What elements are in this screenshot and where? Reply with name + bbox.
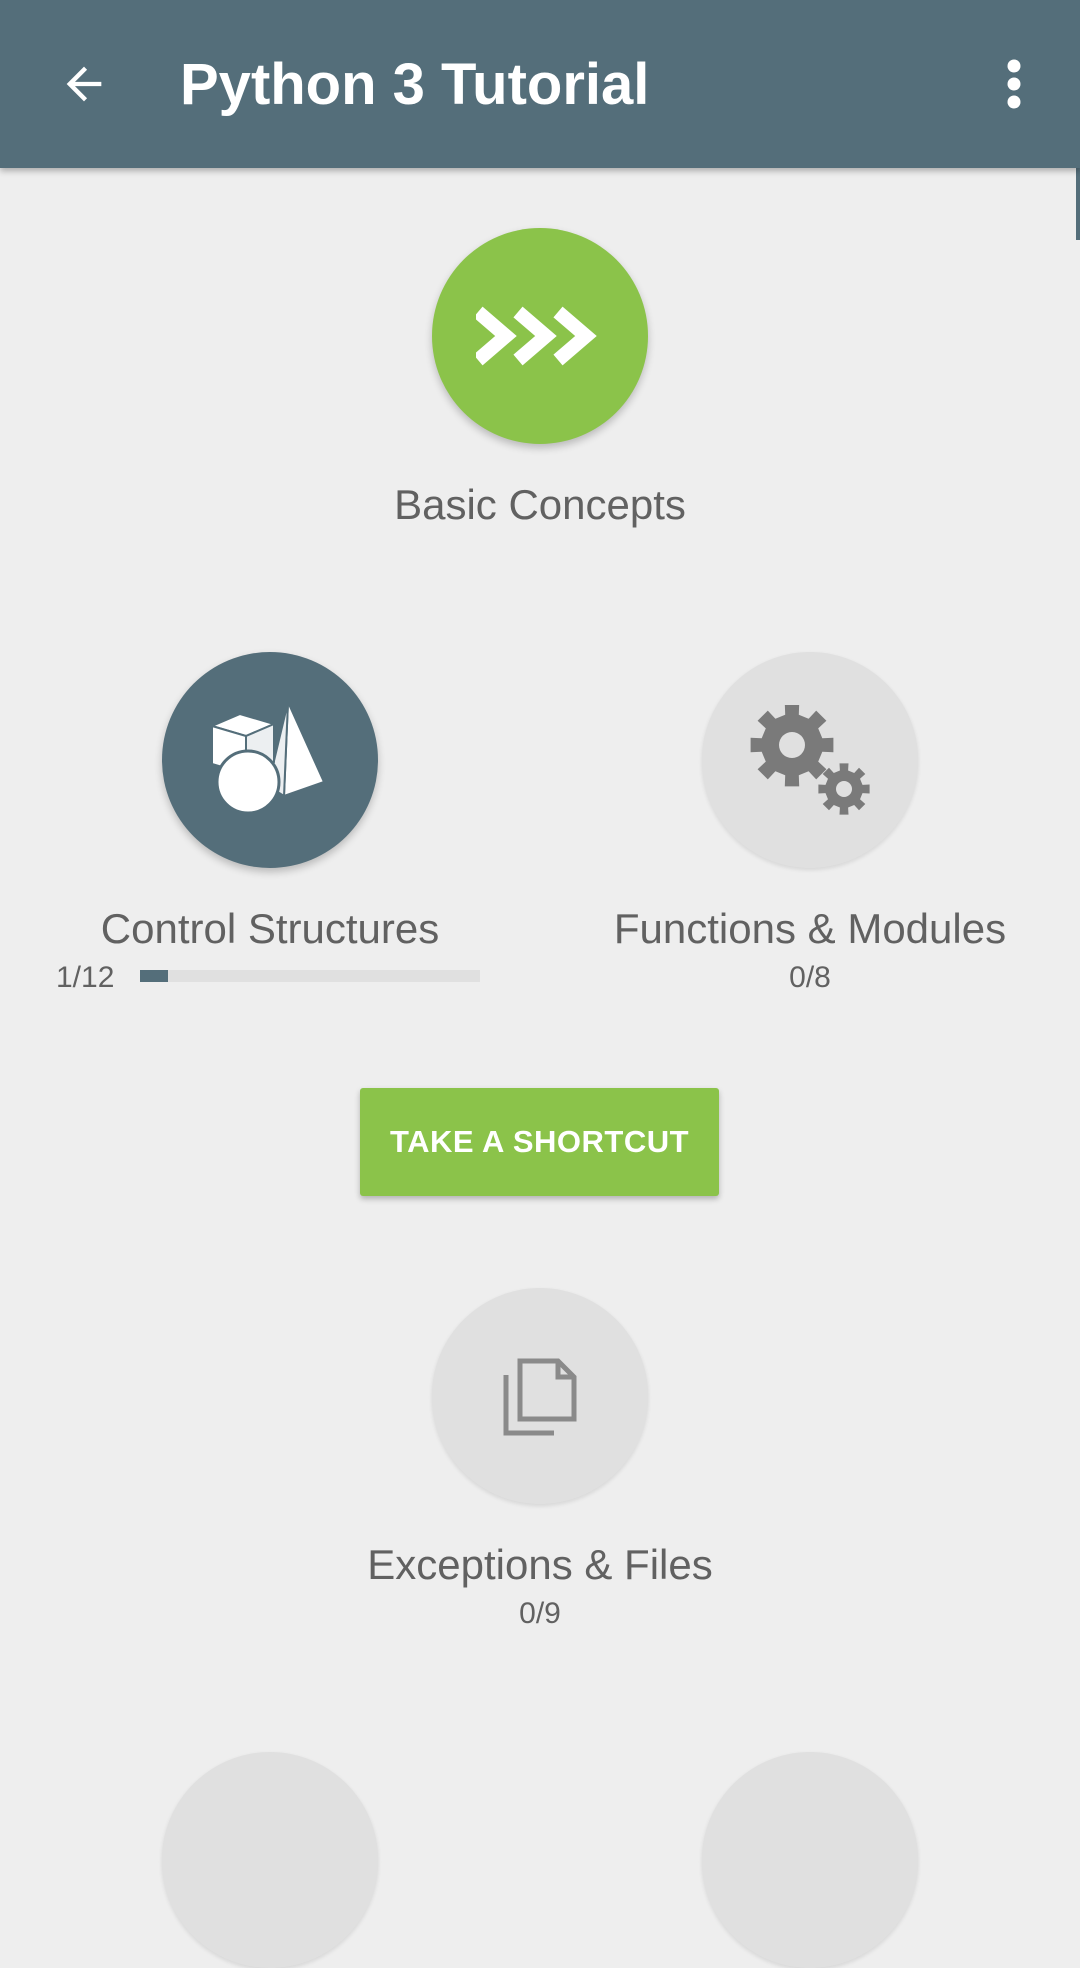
back-button[interactable] xyxy=(44,44,124,124)
overflow-menu-button[interactable] xyxy=(974,44,1054,124)
module-control-structures-progress-bar xyxy=(140,970,480,982)
gears-icon xyxy=(750,705,870,815)
module-control-structures-progress-text: 1/12 xyxy=(56,961,115,994)
module-next-right-button[interactable] xyxy=(702,1752,918,1968)
module-control-structures-label: Control Structures xyxy=(100,905,440,952)
page-title: Python 3 Tutorial xyxy=(180,52,650,117)
take-shortcut-button[interactable]: TAKE A SHORTCUT xyxy=(360,1088,719,1196)
scroll-indicator xyxy=(1076,168,1080,240)
chevrons-right-icon xyxy=(476,306,597,366)
module-exceptions-files-progress-text: 0/9 xyxy=(519,1597,561,1630)
module-functions-modules-label: Functions & Modules xyxy=(613,905,1007,952)
module-basic-concepts-button[interactable] xyxy=(432,228,648,444)
more-vert-icon xyxy=(1007,59,1021,109)
progress-fill xyxy=(140,970,169,982)
module-exceptions-files-label: Exceptions & Files xyxy=(367,1541,713,1588)
module-functions-modules-button[interactable] xyxy=(702,652,918,868)
module-functions-modules-progress-text: 0/8 xyxy=(789,961,831,994)
module-basic-concepts-label: Basic Concepts xyxy=(394,481,686,528)
geometric-shapes-icon xyxy=(209,701,326,815)
arrow-back-icon xyxy=(66,66,102,102)
app-bar: Python 3 Tutorial xyxy=(0,0,1080,168)
module-exceptions-files-button[interactable] xyxy=(432,1288,648,1504)
module-control-structures-button[interactable] xyxy=(162,652,378,868)
module-next-left-button[interactable] xyxy=(162,1752,378,1968)
documents-icon xyxy=(503,1358,577,1436)
